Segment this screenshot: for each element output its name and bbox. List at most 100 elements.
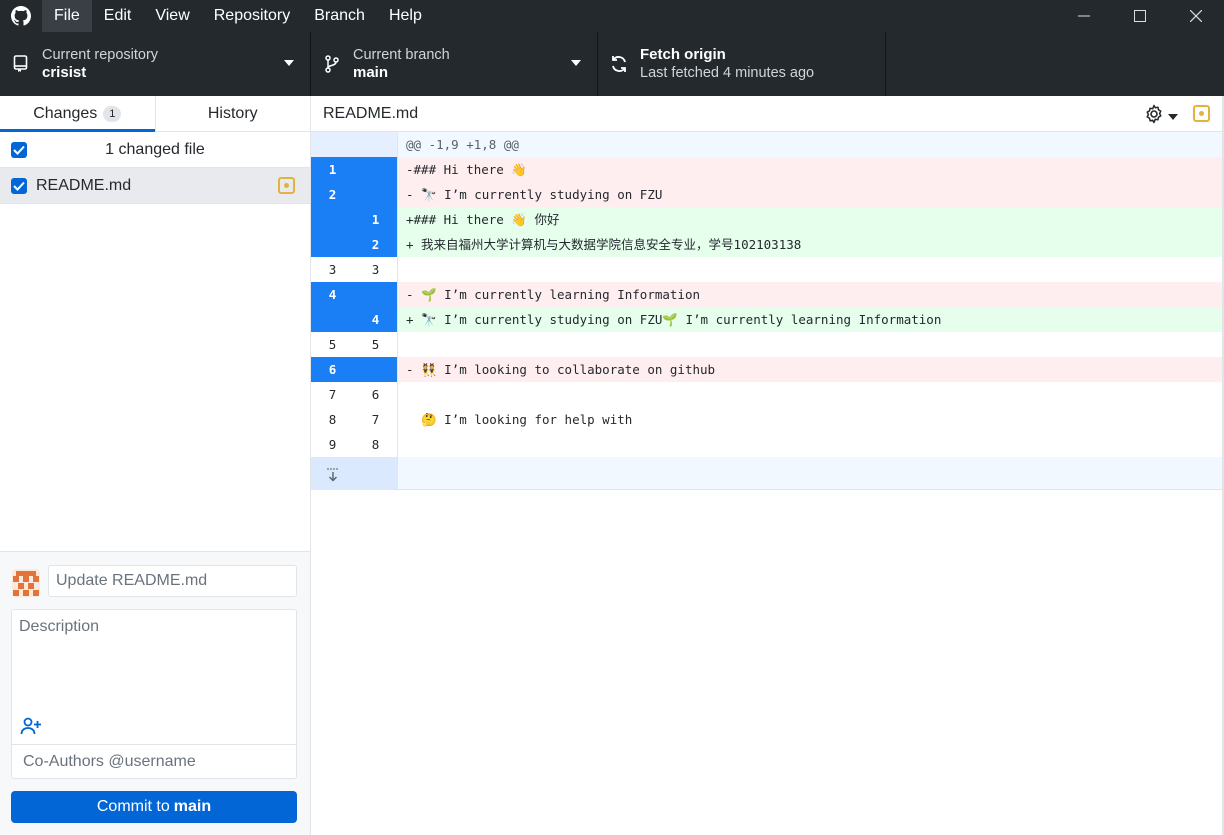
menu-branch[interactable]: Branch: [302, 0, 377, 32]
commit-button-branch: main: [173, 798, 212, 815]
window-controls: [1056, 0, 1224, 32]
new-line-number[interactable]: [354, 182, 397, 207]
hunk-header-row: @@ -1,9 +1,8 @@: [311, 132, 1222, 157]
new-line-number[interactable]: 2: [354, 232, 397, 257]
menu-file[interactable]: File: [42, 0, 92, 32]
expand-row: [311, 457, 1222, 490]
repository-name: crisist: [42, 64, 87, 81]
new-line-number: 5: [354, 332, 397, 357]
diff-line-text: - 👯 I’m looking to collaborate on github: [397, 357, 1222, 382]
gear-icon: [1144, 104, 1164, 129]
diff-line-text: - 🔭 I’m currently studying on FZU: [397, 182, 1222, 207]
title-bar: File Edit View Repository Branch Help: [0, 0, 1224, 32]
diff-line-text: [397, 332, 1222, 357]
chevron-down-icon: [1168, 113, 1178, 120]
diff-line-text: [397, 382, 1222, 407]
chevron-down-icon: [571, 60, 581, 66]
diff-line-text: [397, 432, 1222, 457]
diff-options-button[interactable]: [1144, 104, 1178, 129]
diff-line[interactable]: 1 -### Hi there 👋: [311, 157, 1222, 182]
diff-header: README.md: [311, 96, 1222, 132]
diff-line[interactable]: 2 - 🔭 I’m currently studying on FZU: [311, 182, 1222, 207]
maximize-icon[interactable]: [1112, 0, 1168, 32]
old-line-number[interactable]: 6: [311, 357, 354, 382]
repo-icon: [0, 55, 42, 73]
diff-line[interactable]: 1 +### Hi there 👋 你好: [311, 207, 1222, 232]
commit-button-prefix: Commit to: [96, 798, 170, 815]
toolbar: Current repository crisist Current branc…: [0, 32, 1224, 96]
changes-count-badge: 1: [103, 105, 122, 122]
sidebar: Changes 1 History 1 changed file README.…: [0, 96, 311, 835]
file-modified-icon: [1193, 105, 1210, 122]
commit-button[interactable]: Commit to main: [11, 791, 297, 823]
old-line-number[interactable]: [311, 232, 354, 257]
commit-description-box: [11, 609, 297, 779]
diff-body: @@ -1,9 +1,8 @@ 1 -### Hi there 👋 2 - 🔭 …: [311, 132, 1222, 490]
tab-changes[interactable]: Changes 1: [0, 96, 155, 132]
avatar: [12, 569, 40, 597]
old-line-number: 9: [311, 432, 354, 457]
old-line-number[interactable]: 2: [311, 182, 354, 207]
new-line-number[interactable]: [354, 357, 397, 382]
old-line-number: 3: [311, 257, 354, 282]
fetch-label: Fetch origin: [640, 46, 726, 63]
old-line-number[interactable]: 1: [311, 157, 354, 182]
sidebar-tabs: Changes 1 History: [0, 96, 310, 132]
hunk-header: @@ -1,9 +1,8 @@: [397, 132, 1222, 157]
diff-line-text: -### Hi there 👋: [397, 157, 1222, 182]
new-line-number[interactable]: 4: [354, 307, 397, 332]
menu-view[interactable]: View: [143, 0, 201, 32]
branch-icon: [311, 55, 353, 73]
new-line-number: 7: [354, 407, 397, 432]
branch-label: Current branch: [353, 47, 450, 63]
old-line-number: 8: [311, 407, 354, 432]
tab-history[interactable]: History: [154, 96, 311, 131]
commit-form: Commit to main: [0, 551, 310, 835]
menu-repository[interactable]: Repository: [202, 0, 302, 32]
fetch-origin-button[interactable]: Fetch origin Last fetched 4 minutes ago: [598, 32, 886, 96]
old-line-number: 7: [311, 382, 354, 407]
file-include-checkbox[interactable]: [11, 177, 27, 194]
repository-label: Current repository: [42, 47, 159, 63]
diff-line[interactable]: 4 + 🔭 I’m currently studying on FZU🌱 I’m…: [311, 307, 1222, 332]
chevron-down-icon: [284, 60, 294, 66]
changed-file-item[interactable]: README.md: [0, 168, 310, 204]
diff-line[interactable]: 4 - 🌱 I’m currently learning Information: [311, 282, 1222, 307]
diff-line[interactable]: 2 + 我来自福州大学计算机与大数据学院信息安全专业，学号102103138: [311, 232, 1222, 257]
new-line-number: 8: [354, 432, 397, 457]
select-all-checkbox[interactable]: [11, 141, 27, 158]
menu-help[interactable]: Help: [377, 0, 434, 32]
close-icon[interactable]: [1168, 0, 1224, 32]
current-branch-button[interactable]: Current branch main: [311, 32, 598, 96]
diff-line-text: - 🌱 I’m currently learning Information: [397, 282, 1222, 307]
file-modified-icon: [278, 177, 295, 194]
new-line-number[interactable]: 1: [354, 207, 397, 232]
tab-history-label: History: [207, 104, 258, 122]
diff-line: 5 5: [311, 332, 1222, 357]
diff-line: 9 8: [311, 432, 1222, 457]
diff-line: 8 7 🤔 I’m looking for help with: [311, 407, 1222, 432]
new-line-number[interactable]: [354, 282, 397, 307]
commit-summary-input[interactable]: [48, 565, 297, 597]
menu-edit[interactable]: Edit: [92, 0, 144, 32]
commit-description-input[interactable]: [12, 610, 296, 700]
diff-line-text: + 我来自福州大学计算机与大数据学院信息安全专业，学号102103138: [397, 232, 1222, 257]
changed-files-header: 1 changed file: [0, 132, 310, 168]
add-coauthor-icon[interactable]: [18, 715, 44, 737]
expand-down-icon[interactable]: [311, 457, 354, 490]
old-line-number[interactable]: [311, 307, 354, 332]
diff-line-text: [397, 257, 1222, 282]
diff-line-text: +### Hi there 👋 你好: [397, 207, 1222, 232]
old-line-number[interactable]: [311, 207, 354, 232]
current-repository-button[interactable]: Current repository crisist: [0, 32, 311, 96]
minimize-icon[interactable]: [1056, 0, 1112, 32]
old-line-number[interactable]: 4: [311, 282, 354, 307]
coauthors-input[interactable]: [12, 744, 296, 778]
diff-line-text: 🤔 I’m looking for help with: [397, 407, 1222, 432]
branch-name: main: [353, 64, 389, 81]
old-line-number: 5: [311, 332, 354, 357]
github-logo-icon: [0, 0, 42, 32]
diff-line[interactable]: 6 - 👯 I’m looking to collaborate on gith…: [311, 357, 1222, 382]
diff-line-text: + 🔭 I’m currently studying on FZU🌱 I’m c…: [397, 307, 1222, 332]
new-line-number[interactable]: [354, 157, 397, 182]
